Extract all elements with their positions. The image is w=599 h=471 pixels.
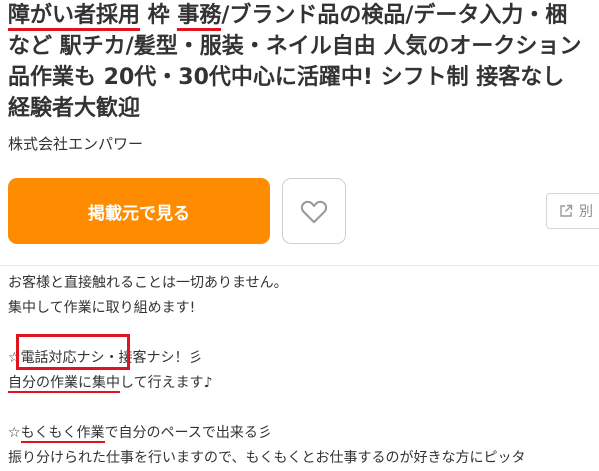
- apply-button[interactable]: 掲載元で見る: [8, 178, 270, 244]
- desc-text: して行えます♪: [120, 375, 213, 391]
- job-description: お客様と直接触れることは一切ありません。 集中して作業に取り組めます! ☆電話対…: [8, 271, 599, 471]
- highlight-quiet-work: もくもく作業: [20, 425, 105, 443]
- job-title-line-4: 経験者大歓迎: [8, 96, 141, 121]
- desc-line-blank: [8, 396, 599, 421]
- job-title-line-3: 品作業も 20代・30代中心に活躍中! シフト制 接客なし: [8, 65, 565, 90]
- underline-text: に: [78, 375, 92, 393]
- desc-line: 自分の作業に集中して行えます♪: [8, 371, 599, 396]
- job-title-line-1: 障がい者採用 枠 事務/ブランド品の検品/データ入力・梱: [8, 0, 599, 31]
- external-link-icon: [560, 204, 573, 217]
- job-title: 障がい者採用 枠 事務/ブランド品の検品/データ入力・梱 など 駅チカ/髪型・服…: [8, 0, 599, 124]
- star-mark: ☆: [8, 425, 21, 441]
- annotation-box: [16, 334, 130, 370]
- section-divider: [0, 265, 599, 266]
- underline-text: 自分の: [8, 375, 50, 393]
- desc-line: ☆もくもく作業で自分のペースで出来る彡: [8, 421, 599, 446]
- underline-text: 作業: [50, 375, 78, 393]
- title-highlight-disabled-hiring: 障がい者採用: [8, 3, 141, 31]
- favorite-button[interactable]: [282, 178, 346, 244]
- desc-line: 振り分けられた仕事を行いますので、もくもくとお仕事するのが好きな方にピッタ: [8, 450, 526, 466]
- desc-text: で自分のペースで出来る彡: [104, 425, 272, 441]
- open-external-label: 別: [579, 204, 593, 220]
- underline-text: 集中: [92, 375, 120, 393]
- job-title-line-2: など 駅チカ/髪型・服装・ネイル自由 人気のオークション: [8, 34, 582, 59]
- desc-line: 集中して作業に取り組めます!: [8, 300, 196, 316]
- company-name: 株式会社エンパワー: [8, 135, 144, 153]
- heart-icon: [300, 200, 328, 224]
- title-text: 枠: [140, 3, 178, 28]
- open-external-button[interactable]: 別: [546, 193, 599, 229]
- title-highlight-office: 事務: [177, 3, 222, 31]
- title-text: /ブランド品の検品/データ入力・梱: [221, 3, 568, 28]
- desc-line: お客様と直接触れることは一切ありません。: [8, 275, 288, 291]
